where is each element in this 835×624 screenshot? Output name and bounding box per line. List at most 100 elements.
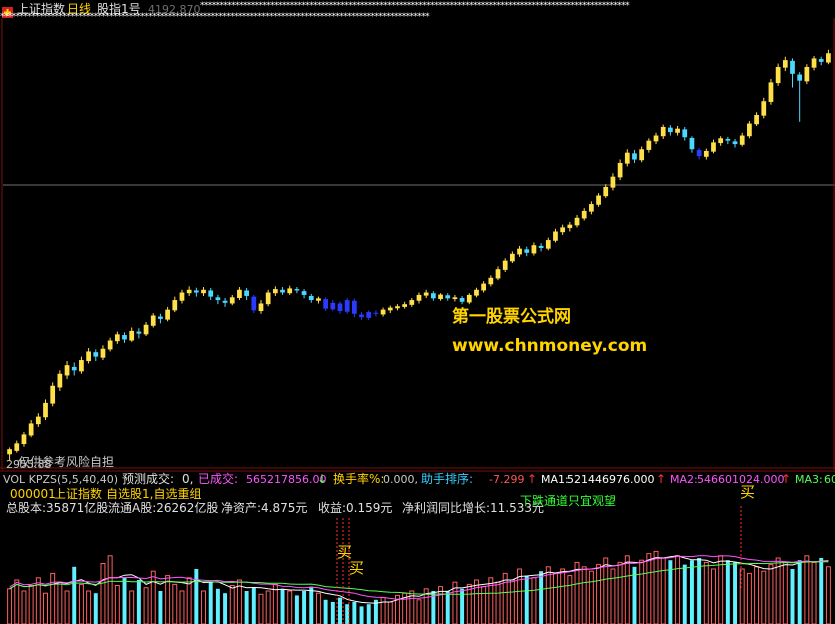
candle-body[interactable] — [158, 316, 163, 319]
candle-body[interactable] — [589, 204, 594, 212]
candle-body[interactable] — [186, 289, 192, 294]
candle-body[interactable] — [567, 224, 573, 229]
candle-body[interactable] — [316, 298, 321, 301]
candle-body[interactable] — [639, 149, 645, 161]
volume-bar[interactable] — [330, 602, 335, 624]
candle-body[interactable] — [632, 153, 637, 160]
candle-body[interactable] — [330, 302, 336, 310]
volume-bar[interactable] — [359, 606, 364, 624]
candle-body[interactable] — [129, 330, 135, 341]
candle-body[interactable] — [510, 253, 515, 262]
volume-bar[interactable] — [86, 590, 92, 624]
candle-body[interactable] — [826, 53, 831, 63]
volume-bar[interactable] — [251, 587, 256, 624]
candle-body[interactable] — [718, 138, 724, 144]
volume-bar[interactable] — [524, 575, 529, 624]
candle-body[interactable] — [395, 306, 400, 309]
candle-body[interactable] — [308, 295, 314, 301]
volume-bar[interactable] — [136, 580, 141, 624]
candle-body[interactable] — [402, 304, 408, 307]
candle-body[interactable] — [165, 309, 170, 320]
volume-bar[interactable] — [294, 595, 299, 624]
candle-body[interactable] — [237, 289, 242, 299]
volume-bar[interactable] — [158, 591, 163, 624]
candle-body[interactable] — [287, 288, 293, 294]
volume-bar[interactable] — [215, 588, 220, 624]
volume-bar[interactable] — [718, 555, 724, 624]
candle-body[interactable] — [675, 128, 680, 133]
volume-bar[interactable] — [438, 586, 444, 624]
volume-bar[interactable] — [811, 561, 817, 624]
volume-bar[interactable] — [78, 583, 84, 624]
volume-bar[interactable] — [7, 588, 13, 624]
volume-bar[interactable] — [21, 590, 27, 624]
volume-bar[interactable] — [208, 582, 213, 624]
candle-body[interactable] — [71, 366, 77, 371]
candle-body[interactable] — [380, 309, 386, 315]
candle-body[interactable] — [732, 141, 738, 145]
candle-body[interactable] — [229, 297, 235, 304]
volume-bar[interactable] — [43, 592, 48, 624]
volume-bar[interactable] — [28, 585, 34, 624]
candle-body[interactable] — [430, 293, 436, 299]
volume-bar[interactable] — [711, 568, 716, 624]
candle-body[interactable] — [754, 114, 759, 125]
volume-bar[interactable] — [72, 566, 77, 624]
candle-body[interactable] — [488, 277, 494, 285]
volume-bar[interactable] — [552, 572, 558, 624]
volume-bar[interactable] — [660, 557, 666, 624]
volume-bar[interactable] — [746, 572, 752, 624]
candle-body[interactable] — [438, 294, 443, 300]
volume-bar[interactable] — [57, 581, 63, 624]
volume-bar[interactable] — [488, 577, 494, 624]
candle-body[interactable] — [179, 292, 185, 301]
candle-body[interactable] — [409, 300, 415, 305]
volume-bar[interactable] — [588, 570, 594, 624]
candle-body[interactable] — [775, 66, 781, 84]
volume-bar[interactable] — [825, 566, 831, 624]
candle-body[interactable] — [208, 290, 214, 297]
volume-bar[interactable] — [790, 569, 795, 624]
volume-bar[interactable] — [366, 604, 371, 624]
candle-body[interactable] — [344, 300, 350, 312]
candle-body[interactable] — [222, 300, 228, 303]
candle-body[interactable] — [265, 292, 271, 305]
volume-bar[interactable] — [754, 566, 760, 624]
volume-bar[interactable] — [129, 590, 135, 624]
volume-bar[interactable] — [509, 579, 515, 624]
candle-body[interactable] — [86, 351, 91, 362]
candle-body[interactable] — [193, 290, 199, 293]
volume-bar[interactable] — [603, 557, 609, 624]
volume-bar[interactable] — [302, 591, 307, 624]
candle-body[interactable] — [366, 312, 372, 318]
candle-body[interactable] — [50, 385, 56, 404]
volume-bar[interactable] — [50, 572, 56, 624]
candle-body[interactable] — [624, 152, 630, 164]
candle-body[interactable] — [804, 66, 810, 82]
volume-bar[interactable] — [797, 560, 802, 624]
candle-body[interactable] — [711, 142, 716, 152]
candle-body[interactable] — [143, 324, 149, 335]
candle-body[interactable] — [553, 231, 558, 241]
volume-bar[interactable] — [624, 555, 630, 624]
candle-body[interactable] — [28, 423, 34, 436]
candle-body[interactable] — [574, 217, 580, 226]
volume-bar[interactable] — [466, 583, 472, 624]
volume-bar[interactable] — [387, 601, 393, 624]
volume-bar[interactable] — [445, 591, 450, 624]
candle-body[interactable] — [301, 291, 307, 295]
candle-body[interactable] — [114, 334, 120, 342]
candle-body[interactable] — [150, 315, 156, 326]
volume-bar[interactable] — [244, 591, 249, 624]
candle-body[interactable] — [474, 289, 479, 296]
candle-body[interactable] — [495, 269, 501, 279]
volume-bar[interactable] — [646, 553, 652, 624]
candle-body[interactable] — [696, 149, 702, 157]
candle-body[interactable] — [122, 335, 127, 340]
candle-body[interactable] — [653, 135, 659, 142]
candle-body[interactable] — [416, 294, 422, 301]
candle-body[interactable] — [7, 449, 12, 455]
volume-bar[interactable] — [531, 577, 537, 624]
volume-bar[interactable] — [697, 558, 702, 624]
candle-body[interactable] — [337, 303, 343, 312]
